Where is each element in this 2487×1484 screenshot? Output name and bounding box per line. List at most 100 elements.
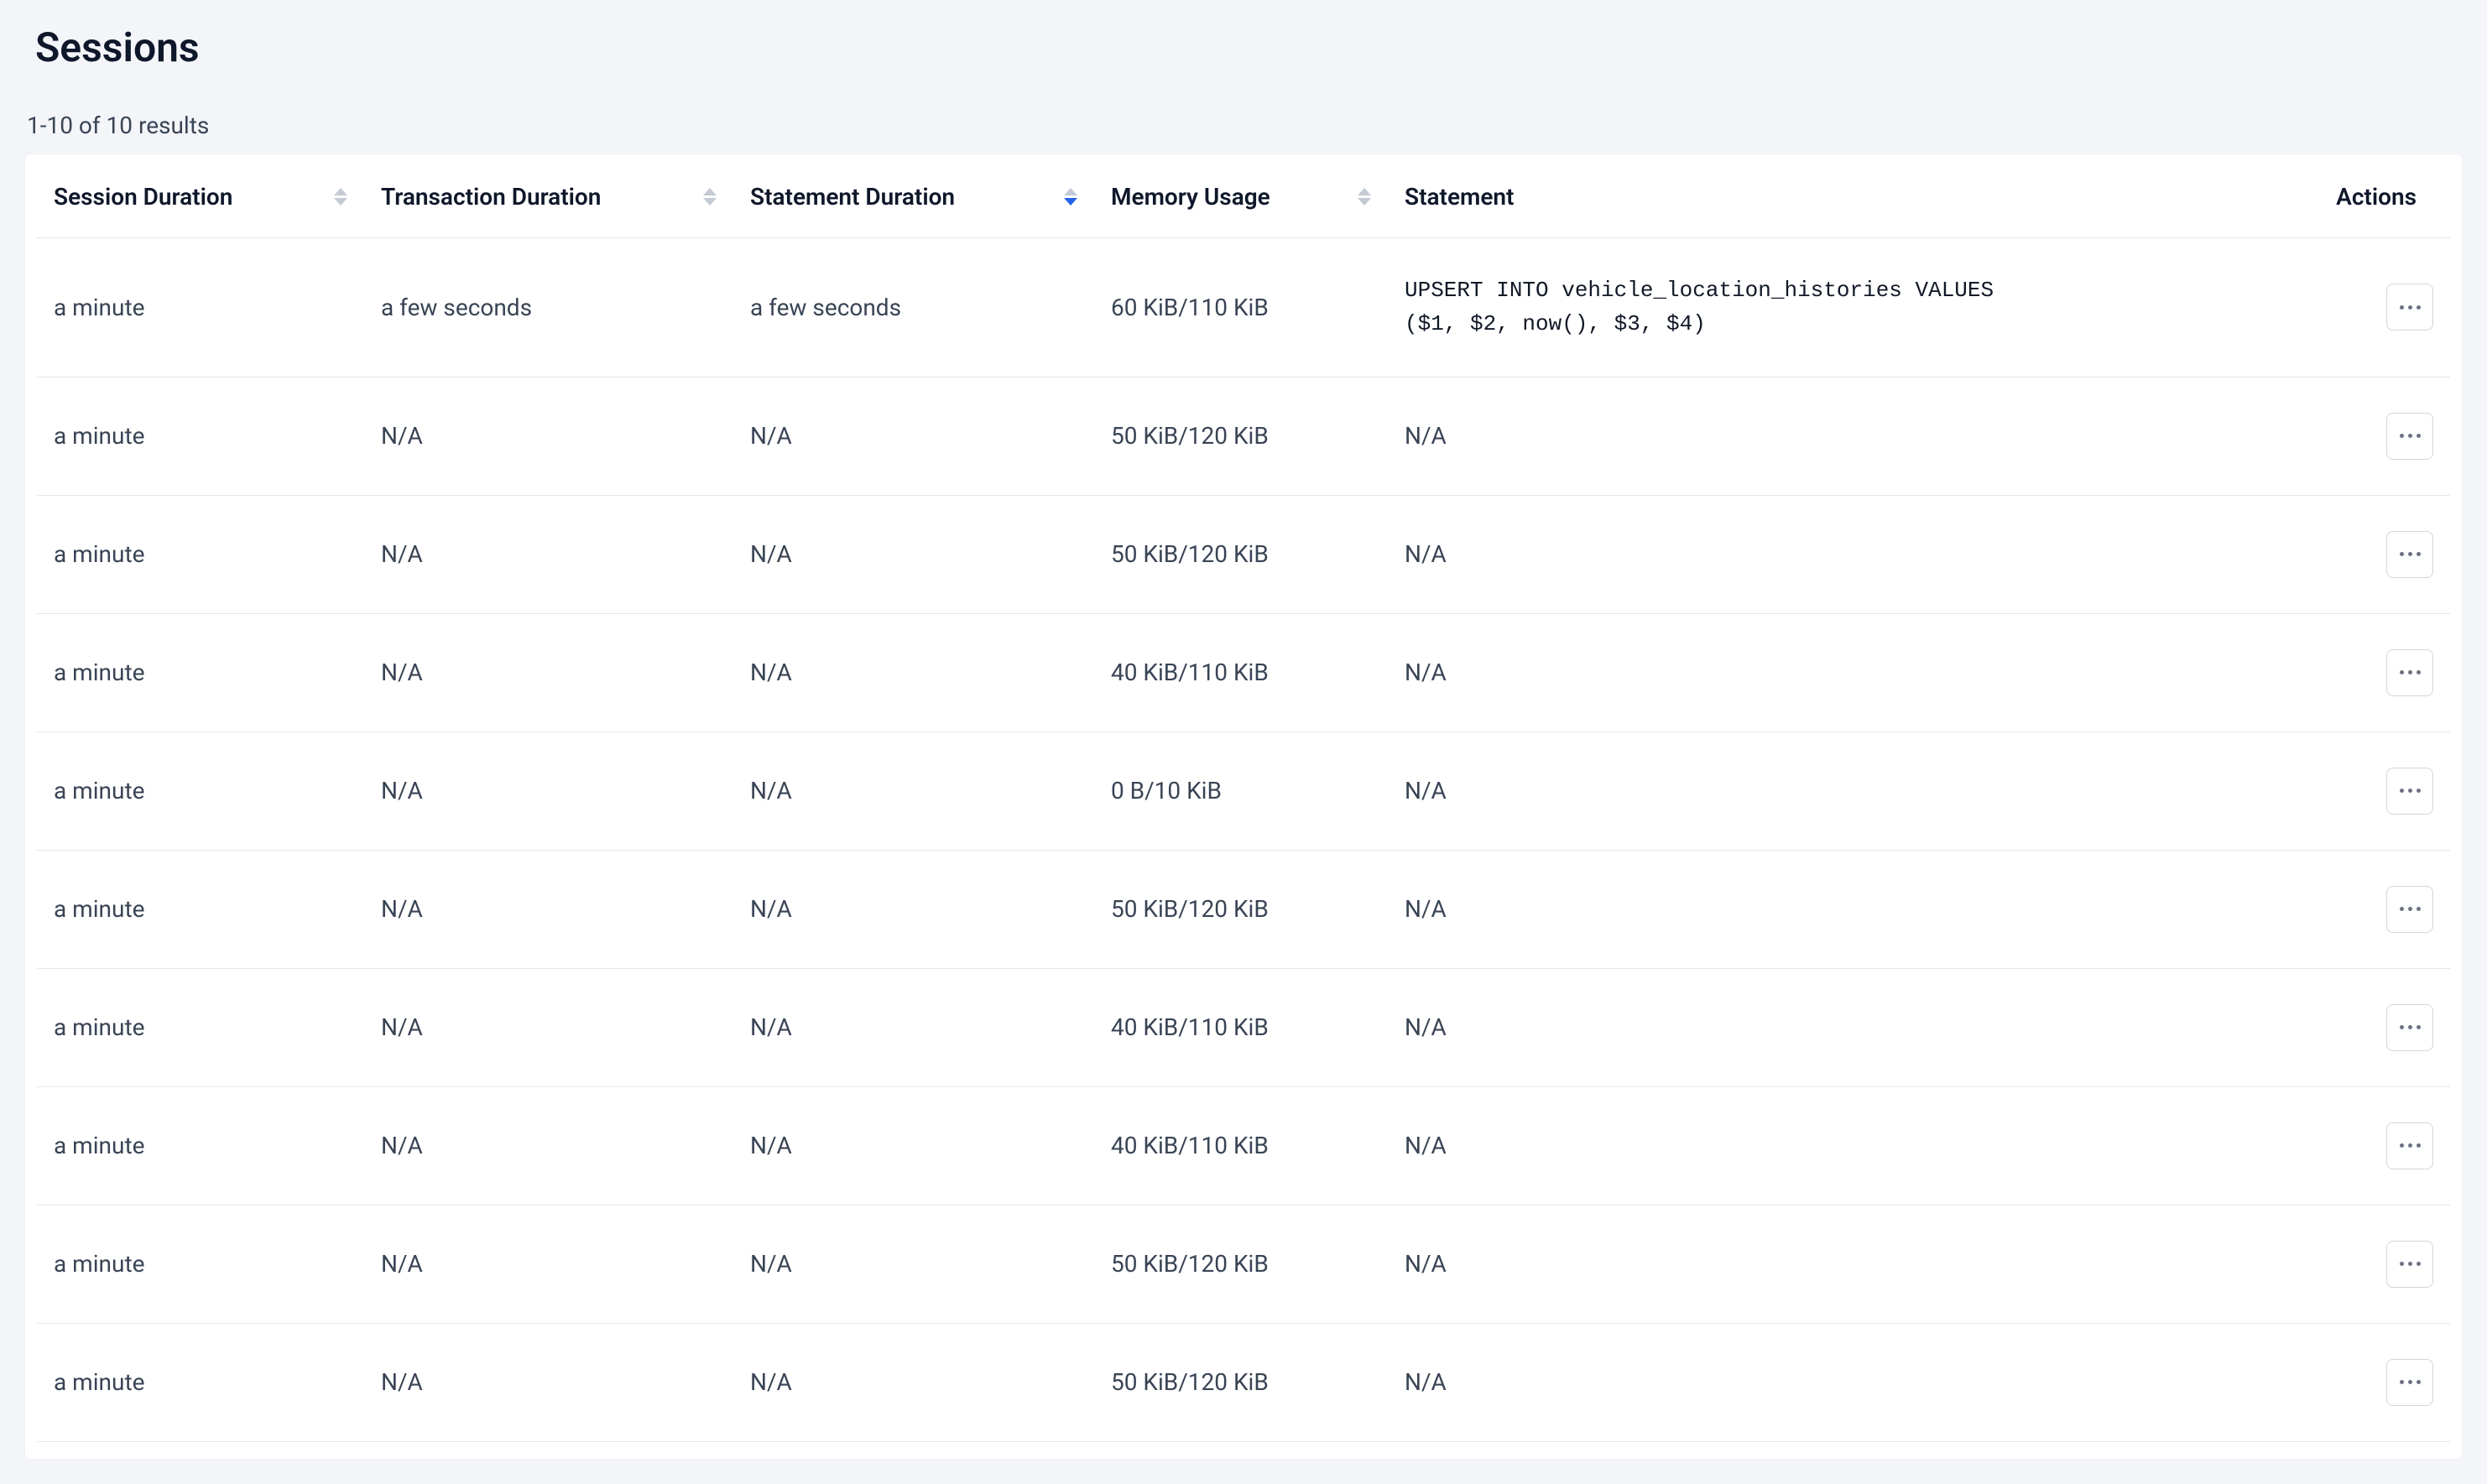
row-actions-button[interactable] — [2386, 1241, 2433, 1288]
ellipsis-icon — [2400, 434, 2421, 438]
ellipsis-icon — [2400, 1380, 2421, 1384]
cell-actions — [2316, 1323, 2450, 1441]
row-actions-button[interactable] — [2386, 768, 2433, 815]
col-header-session-duration[interactable]: Session Duration — [37, 154, 364, 238]
table-row: a minutea few secondsa few seconds60 KiB… — [37, 238, 2450, 378]
table-row: a minuteN/AN/A40 KiB/110 KiBN/A — [37, 1086, 2450, 1205]
cell-statement-duration: N/A — [733, 377, 1094, 495]
cell-memory-usage: 40 KiB/110 KiB — [1094, 613, 1388, 732]
col-header-statement: Statement — [1388, 154, 2316, 238]
col-header-label: Actions — [2336, 183, 2417, 211]
cell-statement-duration: N/A — [733, 1086, 1094, 1205]
cell-session-duration: a minute — [37, 1086, 364, 1205]
cell-statement-duration: N/A — [733, 850, 1094, 968]
sort-icon — [334, 188, 347, 206]
col-header-label: Memory Usage — [1111, 183, 1270, 211]
cell-statement: N/A — [1388, 495, 2316, 613]
cell-session-duration: a minute — [37, 968, 364, 1086]
row-actions-button[interactable] — [2386, 1122, 2433, 1169]
cell-memory-usage: 40 KiB/110 KiB — [1094, 1086, 1388, 1205]
row-actions-button[interactable] — [2386, 413, 2433, 460]
cell-session-duration: a minute — [37, 377, 364, 495]
sort-icon — [703, 188, 717, 206]
cell-actions — [2316, 1205, 2450, 1323]
cell-session-duration: a minute — [37, 1323, 364, 1441]
cell-transaction-duration: a few seconds — [364, 238, 733, 378]
sessions-card: Session Duration Transaction Duration — [25, 154, 2462, 1459]
col-header-label: Session Duration — [54, 183, 232, 211]
cell-transaction-duration: N/A — [364, 1205, 733, 1323]
cell-memory-usage: 60 KiB/110 KiB — [1094, 238, 1388, 378]
cell-transaction-duration: N/A — [364, 732, 733, 850]
cell-statement: N/A — [1388, 968, 2316, 1086]
statement-code: UPSERT INTO vehicle_location_histories V… — [1405, 273, 2042, 341]
table-row: a minuteN/AN/A50 KiB/120 KiBN/A — [37, 1205, 2450, 1323]
cell-transaction-duration: N/A — [364, 613, 733, 732]
col-header-label: Statement — [1405, 183, 1514, 211]
cell-actions — [2316, 238, 2450, 378]
cell-transaction-duration: N/A — [364, 968, 733, 1086]
cell-statement-duration: N/A — [733, 1323, 1094, 1441]
cell-statement-duration: N/A — [733, 1205, 1094, 1323]
cell-actions — [2316, 850, 2450, 968]
table-row: a minuteN/AN/A0 B/10 KiBN/A — [37, 732, 2450, 850]
col-header-actions: Actions — [2316, 154, 2450, 238]
cell-actions — [2316, 968, 2450, 1086]
results-summary: 1-10 of 10 results — [27, 112, 2462, 139]
table-row: a minuteN/AN/A50 KiB/120 KiBN/A — [37, 495, 2450, 613]
sort-icon — [1358, 188, 1371, 206]
cell-memory-usage: 40 KiB/110 KiB — [1094, 968, 1388, 1086]
col-header-memory-usage[interactable]: Memory Usage — [1094, 154, 1388, 238]
table-row: a minuteN/AN/A50 KiB/120 KiBN/A — [37, 377, 2450, 495]
cell-memory-usage: 50 KiB/120 KiB — [1094, 495, 1388, 613]
col-header-label: Transaction Duration — [381, 183, 601, 211]
cell-statement-duration: N/A — [733, 495, 1094, 613]
cell-transaction-duration: N/A — [364, 377, 733, 495]
row-actions-button[interactable] — [2386, 284, 2433, 331]
cell-memory-usage: 50 KiB/120 KiB — [1094, 850, 1388, 968]
ellipsis-icon — [2400, 1143, 2421, 1148]
cell-statement: N/A — [1388, 1086, 2316, 1205]
cell-transaction-duration: N/A — [364, 850, 733, 968]
cell-session-duration: a minute — [37, 495, 364, 613]
cell-actions — [2316, 613, 2450, 732]
table-row: a minuteN/AN/A50 KiB/120 KiBN/A — [37, 850, 2450, 968]
cell-actions — [2316, 1086, 2450, 1205]
cell-actions — [2316, 377, 2450, 495]
col-header-transaction-duration[interactable]: Transaction Duration — [364, 154, 733, 238]
cell-actions — [2316, 732, 2450, 850]
col-header-statement-duration[interactable]: Statement Duration — [733, 154, 1094, 238]
row-actions-button[interactable] — [2386, 531, 2433, 578]
row-actions-button[interactable] — [2386, 886, 2433, 933]
cell-statement-duration: N/A — [733, 613, 1094, 732]
row-actions-button[interactable] — [2386, 1359, 2433, 1406]
cell-statement: N/A — [1388, 1205, 2316, 1323]
cell-session-duration: a minute — [37, 732, 364, 850]
page-title: Sessions — [35, 23, 2462, 71]
col-header-label: Statement Duration — [750, 183, 955, 211]
ellipsis-icon — [2400, 670, 2421, 674]
cell-memory-usage: 0 B/10 KiB — [1094, 732, 1388, 850]
sessions-table-body: a minutea few secondsa few seconds60 KiB… — [37, 238, 2450, 1442]
cell-statement: N/A — [1388, 377, 2316, 495]
cell-actions — [2316, 495, 2450, 613]
cell-transaction-duration: N/A — [364, 1323, 733, 1441]
cell-transaction-duration: N/A — [364, 495, 733, 613]
table-row: a minuteN/AN/A40 KiB/110 KiBN/A — [37, 968, 2450, 1086]
row-actions-button[interactable] — [2386, 649, 2433, 696]
ellipsis-icon — [2400, 305, 2421, 310]
ellipsis-icon — [2400, 552, 2421, 556]
cell-statement-duration: a few seconds — [733, 238, 1094, 378]
cell-statement: N/A — [1388, 732, 2316, 850]
row-actions-button[interactable] — [2386, 1004, 2433, 1051]
cell-transaction-duration: N/A — [364, 1086, 733, 1205]
sort-icon — [1064, 188, 1077, 206]
ellipsis-icon — [2400, 789, 2421, 793]
cell-memory-usage: 50 KiB/120 KiB — [1094, 377, 1388, 495]
ellipsis-icon — [2400, 1262, 2421, 1266]
cell-statement-duration: N/A — [733, 968, 1094, 1086]
cell-session-duration: a minute — [37, 1205, 364, 1323]
cell-session-duration: a minute — [37, 850, 364, 968]
sessions-table: Session Duration Transaction Duration — [37, 154, 2450, 1442]
cell-statement: N/A — [1388, 850, 2316, 968]
